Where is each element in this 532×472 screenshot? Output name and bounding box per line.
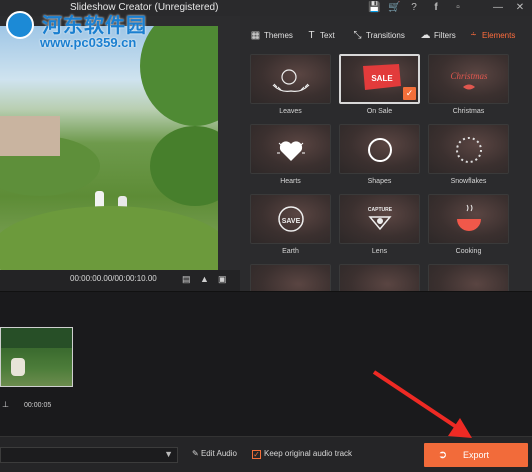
text-icon: T: [308, 30, 315, 41]
checkbox-checked-icon: ✓: [252, 450, 261, 459]
feedback-icon[interactable]: ▫: [452, 2, 464, 14]
tab-bar: ▦ Themes T Text ⤡ Transitions ☁ Filters ⸞ Ele…: [240, 26, 532, 48]
svg-text:Christmas: Christmas: [450, 71, 488, 81]
save-icon[interactable]: 💾: [368, 2, 380, 14]
themes-icon: ▦: [250, 30, 261, 41]
tab-elements[interactable]: ⸞ Elements: [468, 26, 516, 46]
element-label: Christmas: [452, 108, 485, 115]
element-on-sale[interactable]: SALE ✓ On Sale: [339, 54, 420, 115]
hearts-icon: [277, 141, 305, 161]
on-sale-thumbnail: SALE ✓: [339, 54, 420, 104]
help-icon[interactable]: ?: [408, 2, 420, 14]
element-snowflakes[interactable]: Snowflakes: [428, 124, 509, 185]
shapes-thumbnail: [339, 124, 420, 174]
leaves-icon: [272, 69, 310, 92]
element-cooking[interactable]: Cooking: [428, 194, 509, 255]
element-thumbnail: [428, 264, 509, 291]
element-label: Lens: [371, 248, 388, 255]
clip-duration: 00:00:05: [24, 402, 52, 409]
element-label: Earth: [282, 248, 299, 255]
edit-audio-icon: ✎: [192, 449, 199, 458]
edit-audio-button[interactable]: ✎ Edit Audio: [192, 449, 237, 458]
element-more[interactable]: [428, 264, 509, 291]
elements-panel: ▦ Themes T Text ⤡ Transitions ☁ Filters ⸞ Ele…: [240, 16, 532, 291]
svg-text:CAPTURE: CAPTURE: [368, 207, 393, 213]
element-hearts[interactable]: Hearts: [250, 124, 331, 185]
timeline: ⊥ 00:00:05: [0, 291, 532, 436]
transitions-icon: ⤡: [353, 30, 362, 41]
element-label: On Sale: [366, 108, 393, 115]
element-thumbnail: [339, 264, 420, 291]
elements-icon: ⸞: [470, 30, 477, 41]
keep-audio-checkbox[interactable]: ✓ Keep original audio track: [252, 449, 352, 459]
tab-themes[interactable]: ▦ Themes: [250, 26, 293, 46]
lens-thumbnail: CAPTURE: [339, 194, 420, 244]
element-more[interactable]: [339, 264, 420, 291]
fullscreen-icon[interactable]: ▣: [218, 274, 227, 284]
lens-icon: CAPTURE: [368, 207, 393, 231]
snowflakes-thumbnail: [428, 124, 509, 174]
cooking-thumbnail: [428, 194, 509, 244]
close-icon[interactable]: ✕: [514, 2, 526, 14]
tab-transitions[interactable]: ⤡ Transitions: [352, 26, 405, 46]
audio-dropdown[interactable]: ▼: [0, 447, 178, 463]
christmas-icon: Christmas: [450, 71, 488, 90]
tab-filters[interactable]: ☁ Filters: [420, 26, 456, 46]
element-label: Shapes: [367, 178, 392, 185]
element-label: Hearts: [280, 178, 301, 185]
tab-text[interactable]: T Text: [306, 26, 334, 46]
export-button[interactable]: ➲ Export: [424, 443, 528, 467]
svg-text:SAVE: SAVE: [282, 218, 301, 225]
element-label: Leaves: [279, 108, 302, 115]
minimize-icon[interactable]: —: [492, 2, 504, 14]
timeline-clip[interactable]: [0, 327, 73, 387]
shapes-icon: [368, 138, 392, 162]
elements-grid: Leaves SALE ✓ On Sale Christmas Christma…: [250, 54, 530, 291]
cart-icon[interactable]: 🛒: [388, 2, 400, 14]
christmas-thumbnail: Christmas: [428, 54, 509, 104]
playback-controls: 00:00:00.00/00:00:10.00 ▤ ▲ ▣: [0, 270, 240, 291]
volume-icon[interactable]: ▲: [200, 274, 209, 284]
element-label: Snowflakes: [450, 178, 487, 185]
timecode: 00:00:00.00/00:00:10.00: [70, 274, 157, 283]
svg-text:SALE: SALE: [371, 74, 393, 83]
cooking-icon: [457, 204, 481, 231]
leaves-thumbnail: [250, 54, 331, 104]
element-leaves[interactable]: Leaves: [250, 54, 331, 115]
element-christmas[interactable]: Christmas Christmas: [428, 54, 509, 115]
element-label: Cooking: [455, 248, 482, 255]
element-shapes[interactable]: Shapes: [339, 124, 420, 185]
element-lens[interactable]: CAPTURE Lens: [339, 194, 420, 255]
preview-panel: 00:00:00.00/00:00:10.00 ▤ ▲ ▣: [0, 16, 240, 291]
snowflakes-icon: [456, 137, 482, 163]
element-thumbnail: [250, 264, 331, 291]
video-preview[interactable]: [0, 26, 218, 270]
element-earth[interactable]: SAVE Earth: [250, 194, 331, 255]
title-bar: Slideshow Creator (Unregistered) 💾 🛒 ? f…: [0, 0, 532, 16]
earth-thumbnail: SAVE: [250, 194, 331, 244]
earth-icon: SAVE: [278, 206, 304, 232]
selected-check-icon: ✓: [403, 87, 416, 100]
screenshot-icon[interactable]: ▤: [182, 274, 191, 284]
export-icon: ➲: [438, 449, 448, 461]
hearts-thumbnail: [250, 124, 331, 174]
facebook-icon[interactable]: f: [430, 2, 442, 14]
element-more[interactable]: [250, 264, 331, 291]
crop-icon[interactable]: ⊥: [2, 400, 9, 409]
filters-icon: ☁: [420, 30, 431, 41]
chevron-down-icon: ▼: [164, 449, 173, 459]
window-title: Slideshow Creator (Unregistered): [70, 2, 219, 13]
bottom-bar: ▼ ✎ Edit Audio ✓ Keep original audio trac…: [0, 436, 532, 472]
